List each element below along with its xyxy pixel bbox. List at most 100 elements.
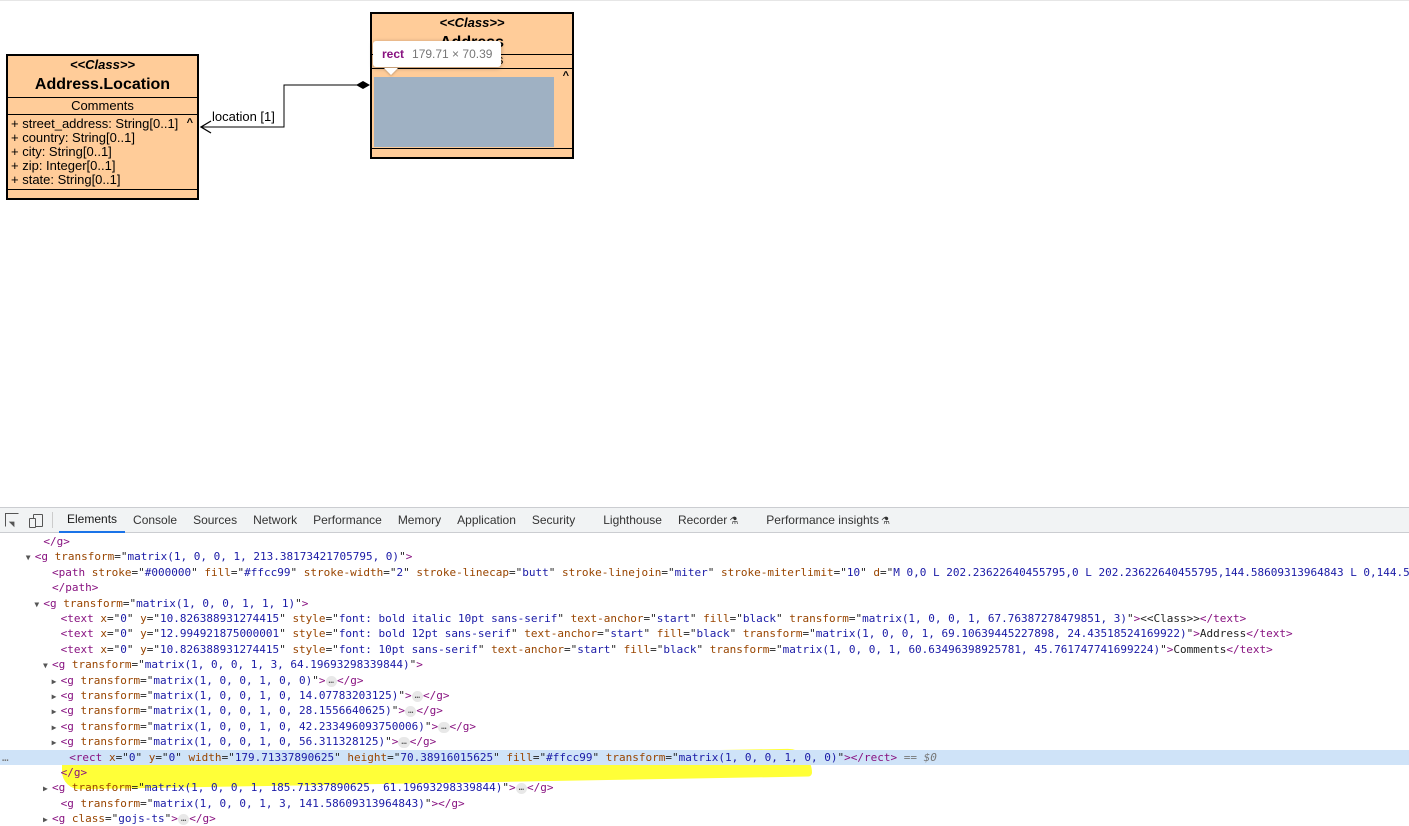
expand-toggle-icon[interactable]: ▶ xyxy=(52,674,61,689)
dom-tree-line[interactable]: </g> xyxy=(0,765,1409,780)
collapsed-ellipsis-icon[interactable]: … xyxy=(405,706,417,718)
tab-performance[interactable]: Performance xyxy=(305,508,390,533)
tab-label: Performance xyxy=(313,512,382,527)
devtools-panel: Elements Console Sources Network Performance… xyxy=(0,507,1409,826)
collapsed-ellipsis-icon[interactable]: … xyxy=(515,783,528,795)
tab-sources[interactable]: Sources xyxy=(185,508,245,533)
tooltip-arrow-icon xyxy=(384,68,398,75)
dom-tree-line[interactable]: </path> xyxy=(0,580,1409,595)
attribute-item: + street_address: String[0..1] xyxy=(11,116,179,131)
device-toolbar-icon[interactable] xyxy=(29,513,43,528)
association-link[interactable] xyxy=(0,1,1409,508)
tab-application[interactable]: Application xyxy=(449,508,524,533)
dom-node-markup: <g transform="matrix(1, 0, 0, 1, 0, 28.1… xyxy=(60,704,443,718)
dom-node-markup: <g transform="matrix(1, 0, 0, 1, 0, 0)">… xyxy=(60,673,364,687)
tab-label: Sources xyxy=(193,512,238,527)
association-label: location [1] xyxy=(212,109,275,124)
dom-tree-line[interactable]: ▶ <g transform="matrix(1, 0, 0, 1, 0, 42.… xyxy=(0,719,1409,735)
dom-node-markup: <g transform="matrix(1, 0, 0, 1, 213.381… xyxy=(34,550,413,564)
dom-node-markup: <g transform="matrix(1, 0, 0, 1, 185.713… xyxy=(52,781,554,795)
tab-console[interactable]: Console xyxy=(125,508,185,533)
expand-toggle-icon[interactable]: ▼ xyxy=(43,658,52,673)
tab-recorder[interactable]: Recorder ⚗ xyxy=(670,508,746,533)
attribute-list: + street_address: String[0..1] + country… xyxy=(8,115,197,190)
dom-tree-line[interactable]: ▼ <g transform="matrix(1, 0, 0, 1, 3, 64.… xyxy=(0,657,1409,673)
collapsed-ellipsis-icon[interactable]: … xyxy=(177,814,190,826)
expand-toggle-icon[interactable]: ▶ xyxy=(43,781,52,796)
tab-label: Application xyxy=(457,512,516,527)
devtools-toolbar: Elements Console Sources Network Performance… xyxy=(0,508,1409,533)
row-options-icon[interactable]: … xyxy=(2,750,9,765)
dom-node-markup: </path> xyxy=(52,581,99,595)
tab-memory[interactable]: Memory xyxy=(390,508,449,533)
tab-label: Memory xyxy=(397,512,442,527)
collapsed-ellipsis-icon[interactable]: … xyxy=(398,737,410,749)
tab-label: Elements xyxy=(67,511,118,526)
dom-node-markup: <g transform="matrix(1, 0, 0, 1, 0, 56.3… xyxy=(60,735,437,749)
dom-tree-line[interactable]: ▶ <g transform="matrix(1, 0, 0, 1, 185.71… xyxy=(0,780,1409,796)
expand-toggle-icon[interactable]: ▶ xyxy=(52,689,61,704)
location-class-node[interactable]: <<Class>> Address.Location Comments + st… xyxy=(6,54,199,200)
tab-label: Console xyxy=(133,512,178,527)
tab-lighthouse[interactable]: Lighthouse xyxy=(595,508,670,533)
dom-tree-line[interactable]: <g transform="matrix(1, 0, 0, 1, 3, 141.… xyxy=(0,796,1409,811)
node-title: Address.Location xyxy=(8,74,197,98)
dom-tree-line[interactable]: ▶ <g transform="matrix(1, 0, 0, 1, 0, 14.… xyxy=(0,688,1409,704)
dom-tree-line[interactable]: <text x="0" y="10.826388931274415" style… xyxy=(0,642,1409,657)
tab-label: Lighthouse xyxy=(603,512,662,527)
expand-toggle-icon[interactable]: ▶ xyxy=(52,720,61,735)
expand-toggle-icon[interactable]: ▶ xyxy=(52,735,61,750)
attribute-item: + state: String[0..1] xyxy=(11,172,121,187)
dom-node-markup: <g transform="matrix(1, 0, 0, 1, 0, 42.2… xyxy=(60,719,477,733)
dom-node-markup: <path stroke="#000000" fill="#ffcc99" st… xyxy=(52,565,1409,579)
node-stereotype: <<Class>> xyxy=(69,57,136,72)
tab-label: Recorder xyxy=(677,512,728,527)
dom-tree-line[interactable]: … <rect x="0" y="0" width="179.7133789062… xyxy=(0,749,1409,765)
tab-network[interactable]: Network xyxy=(245,508,305,533)
collapse-caret-icon[interactable]: ^ xyxy=(187,116,193,130)
dom-node-markup: <text x="0" y="10.826388931274415" style… xyxy=(60,642,1273,656)
tab-elements[interactable]: Elements xyxy=(59,508,126,533)
toolbar-divider xyxy=(52,512,53,528)
inspected-rect-highlight xyxy=(374,77,554,147)
dom-tree-line[interactable]: <text x="0" y="12.994921875000001" style… xyxy=(0,626,1409,641)
dom-node-markup: <rect x="0" y="0" width="179.71337890625… xyxy=(69,750,937,764)
composition-diamond xyxy=(356,81,370,89)
dom-tree-line[interactable]: ▶ <g class="gojs-ts">… </g> xyxy=(0,811,1409,826)
collapsed-ellipsis-icon[interactable]: … xyxy=(411,691,424,702)
dom-node-markup: <g transform="matrix(1, 0, 0, 1, 0, 14.0… xyxy=(60,689,450,702)
dom-tree-line[interactable]: ▶ <g transform="matrix(1, 0, 0, 1, 0, 28.… xyxy=(0,703,1409,719)
diagram-canvas[interactable]: location [1] <<Class>> Address.Location … xyxy=(0,0,1409,507)
tab-security[interactable]: Security xyxy=(524,508,583,533)
node-stereotype: <<Class>> xyxy=(439,15,505,30)
tab-performance-insights[interactable]: Performance insights ⚗ xyxy=(758,508,898,533)
dom-node-markup: <text x="0" y="12.994921875000001" style… xyxy=(60,627,1293,641)
tab-label: Performance insights xyxy=(766,512,879,527)
experimental-flask-icon: ⚗ xyxy=(881,515,890,527)
node-footer xyxy=(8,190,197,195)
devtools-tab-bar: Elements Console Sources Network Performance… xyxy=(59,508,898,533)
inspect-element-icon[interactable] xyxy=(5,513,19,527)
dom-tree-line[interactable]: ▶ <g transform="matrix(1, 0, 0, 1, 0, 56.… xyxy=(0,734,1409,750)
expand-toggle-icon[interactable]: ▶ xyxy=(43,812,52,826)
expand-toggle-icon[interactable]: ▼ xyxy=(26,550,35,565)
dom-tree-line[interactable]: ▼ <g transform="matrix(1, 0, 0, 1, 213.38… xyxy=(0,549,1409,565)
dom-tree-line[interactable]: ▶ <g transform="matrix(1, 0, 0, 1, 0, 0)"… xyxy=(0,673,1409,689)
dom-node-markup: </g> xyxy=(43,535,70,548)
tab-label: Network xyxy=(253,512,298,527)
dom-tree-line[interactable]: </g> xyxy=(0,534,1409,549)
dom-tree-line[interactable]: ▼ <g transform="matrix(1, 0, 0, 1, 1, 1)"… xyxy=(0,596,1409,612)
tab-label: Security xyxy=(531,512,576,527)
dom-tree-line[interactable]: <path stroke="#000000" fill="#ffcc99" st… xyxy=(0,565,1409,580)
dom-node-markup: </g> xyxy=(60,766,88,779)
node-footer xyxy=(372,149,572,154)
dom-tree-line[interactable]: <text x="0" y="10.826388931274415" style… xyxy=(0,611,1409,626)
dom-node-markup: <g transform="matrix(1, 0, 0, 1, 3, 64.1… xyxy=(52,658,423,672)
collapsed-ellipsis-icon[interactable]: … xyxy=(438,721,450,733)
tooltip-tag: rect xyxy=(382,47,405,61)
elements-tree[interactable]: </g> ▼ <g transform="matrix(1, 0, 0, 1, 21… xyxy=(0,533,1409,826)
collapsed-ellipsis-icon[interactable]: … xyxy=(325,675,337,687)
expand-toggle-icon[interactable]: ▶ xyxy=(52,704,61,719)
devtools-toolbar-icons xyxy=(0,513,52,528)
collapse-caret-icon[interactable]: ^ xyxy=(563,69,569,83)
